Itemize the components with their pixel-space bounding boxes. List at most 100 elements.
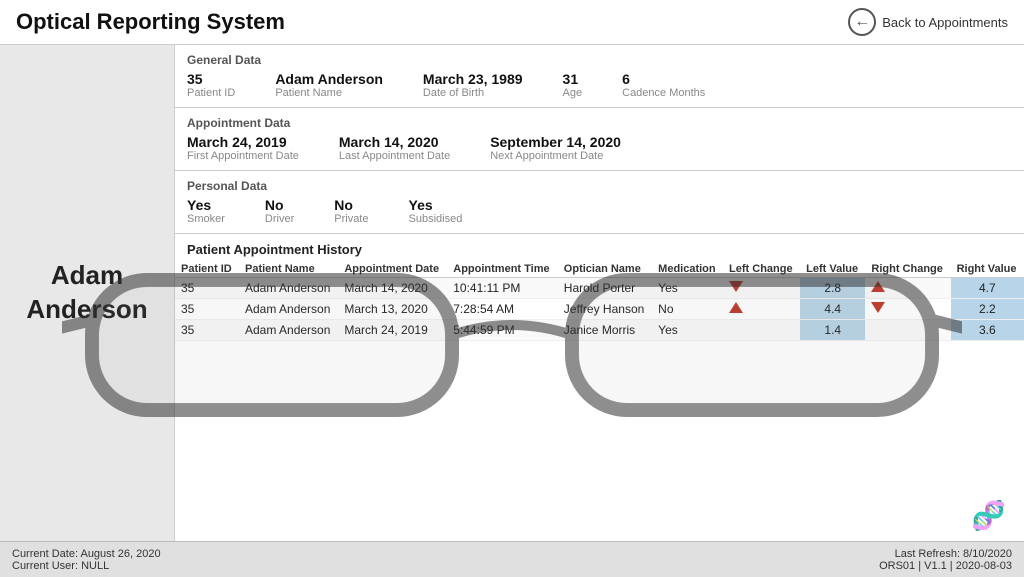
private-field: No Private <box>334 197 368 225</box>
table-row: 35Adam AndersonMarch 24, 20195:44:59 PMJ… <box>175 320 1024 341</box>
subsidised-value: Yes <box>409 197 463 213</box>
patient-id-field: 35 Patient ID <box>187 71 235 99</box>
cell-appointment-time: 5:44:59 PM <box>447 320 558 341</box>
personal-data-title: Personal Data <box>187 179 1012 193</box>
back-button-label: Back to Appointments <box>882 15 1008 30</box>
driver-label: Driver <box>265 213 294 225</box>
personal-data-section: Personal Data Yes Smoker No Driver No Pr… <box>175 171 1024 234</box>
cell-right-change <box>865 320 950 341</box>
col-optician-name: Optician Name <box>558 261 652 278</box>
info-panel: General Data 35 Patient ID Adam Anderson… <box>175 45 1024 541</box>
back-icon: ← <box>848 8 876 36</box>
last-appointment-value: March 14, 2020 <box>339 134 450 150</box>
dob-label: Date of Birth <box>423 87 523 99</box>
last-refresh-label: Last Refresh: 8/10/2020 <box>879 548 1012 560</box>
dna-icon: 🧬 <box>971 499 1006 532</box>
col-patient-name: Patient Name <box>239 261 338 278</box>
header: Optical Reporting System ← Back to Appoi… <box>0 0 1024 45</box>
col-medication: Medication <box>652 261 723 278</box>
cell-patient-name: Adam Anderson <box>239 278 338 299</box>
cadence-field: 6 Cadence Months <box>622 71 705 99</box>
cell-left-value: 1.4 <box>800 320 865 341</box>
col-appointment-date: Appointment Date <box>338 261 447 278</box>
appointment-data-title: Appointment Data <box>187 116 1012 130</box>
subsidised-field: Yes Subsidised <box>409 197 463 225</box>
cell-left-change <box>723 299 800 320</box>
first-appointment-field: March 24, 2019 First Appointment Date <box>187 134 299 162</box>
patient-name-display: AdamAnderson <box>26 259 147 327</box>
history-section: Patient Appointment History Patient ID P… <box>175 234 1024 541</box>
cell-left-change <box>723 278 800 299</box>
driver-field: No Driver <box>265 197 294 225</box>
patient-name-value: Adam Anderson <box>275 71 383 87</box>
cell-appointment-date: March 13, 2020 <box>338 299 447 320</box>
cadence-label: Cadence Months <box>622 87 705 99</box>
cell-right-value: 4.7 <box>951 278 1024 299</box>
cell-medication: Yes <box>652 320 723 341</box>
cell-right-change <box>865 299 950 320</box>
cell-optician-name: Jeffrey Hanson <box>558 299 652 320</box>
table-header-row: Patient ID Patient Name Appointment Date… <box>175 261 1024 278</box>
cell-appointment-date: March 14, 2020 <box>338 278 447 299</box>
col-left-value: Left Value <box>800 261 865 278</box>
main-content: AdamAnderson General Data 35 Patient ID … <box>0 45 1024 541</box>
personal-data-row: Yes Smoker No Driver No Private Yes Subs… <box>187 197 1012 225</box>
patient-name-field: Adam Anderson Patient Name <box>275 71 383 99</box>
version-label: ORS01 | V1.1 | 2020-08-03 <box>879 560 1012 572</box>
patient-name-label: Patient Name <box>275 87 383 99</box>
dob-value: March 23, 1989 <box>423 71 523 87</box>
smoker-label: Smoker <box>187 213 225 225</box>
subsidised-label: Subsidised <box>409 213 463 225</box>
cell-appointment-time: 10:41:11 PM <box>447 278 558 299</box>
cell-appointment-date: March 24, 2019 <box>338 320 447 341</box>
driver-value: No <box>265 197 294 213</box>
col-appointment-time: Appointment Time <box>447 261 558 278</box>
history-table: Patient ID Patient Name Appointment Date… <box>175 261 1024 341</box>
patient-id-value: 35 <box>187 71 235 87</box>
general-data-row: 35 Patient ID Adam Anderson Patient Name… <box>187 71 1012 99</box>
patient-id-label: Patient ID <box>187 87 235 99</box>
col-patient-id: Patient ID <box>175 261 239 278</box>
last-appointment-field: March 14, 2020 Last Appointment Date <box>339 134 450 162</box>
current-date-label: Current Date: August 26, 2020 <box>12 548 161 560</box>
cell-patient-id: 35 <box>175 320 239 341</box>
cell-patient-id: 35 <box>175 299 239 320</box>
next-appointment-value: September 14, 2020 <box>490 134 621 150</box>
next-appointment-field: September 14, 2020 Next Appointment Date <box>490 134 621 162</box>
cell-appointment-time: 7:28:54 AM <box>447 299 558 320</box>
last-appointment-label: Last Appointment Date <box>339 150 450 162</box>
first-appointment-label: First Appointment Date <box>187 150 299 162</box>
smoker-field: Yes Smoker <box>187 197 225 225</box>
general-data-section: General Data 35 Patient ID Adam Anderson… <box>175 45 1024 108</box>
smoker-value: Yes <box>187 197 225 213</box>
appointment-data-row: March 24, 2019 First Appointment Date Ma… <box>187 134 1012 162</box>
app-title: Optical Reporting System <box>16 9 285 35</box>
age-label: Age <box>563 87 583 99</box>
table-row: 35Adam AndersonMarch 14, 202010:41:11 PM… <box>175 278 1024 299</box>
cell-medication: No <box>652 299 723 320</box>
table-row: 35Adam AndersonMarch 13, 20207:28:54 AMJ… <box>175 299 1024 320</box>
cell-left-change <box>723 320 800 341</box>
cell-left-value: 2.8 <box>800 278 865 299</box>
private-value: No <box>334 197 368 213</box>
cell-optician-name: Harold Porter <box>558 278 652 299</box>
patient-name-panel: AdamAnderson <box>0 45 175 541</box>
back-to-appointments-button[interactable]: ← Back to Appointments <box>848 8 1008 36</box>
cell-patient-name: Adam Anderson <box>239 320 338 341</box>
dob-field: March 23, 1989 Date of Birth <box>423 71 523 99</box>
age-value: 31 <box>563 71 583 87</box>
appointment-data-section: Appointment Data March 24, 2019 First Ap… <box>175 108 1024 171</box>
current-user-label: Current User: NULL <box>12 560 161 572</box>
cell-patient-id: 35 <box>175 278 239 299</box>
cell-left-value: 4.4 <box>800 299 865 320</box>
history-title: Patient Appointment History <box>175 240 1024 261</box>
cell-optician-name: Janice Morris <box>558 320 652 341</box>
history-table-body: 35Adam AndersonMarch 14, 202010:41:11 PM… <box>175 278 1024 341</box>
footer-left: Current Date: August 26, 2020 Current Us… <box>12 548 161 572</box>
cell-right-value: 3.6 <box>951 320 1024 341</box>
up-arrow-icon <box>871 281 885 292</box>
cell-patient-name: Adam Anderson <box>239 299 338 320</box>
cell-medication: Yes <box>652 278 723 299</box>
col-left-change: Left Change <box>723 261 800 278</box>
cell-right-change <box>865 278 950 299</box>
